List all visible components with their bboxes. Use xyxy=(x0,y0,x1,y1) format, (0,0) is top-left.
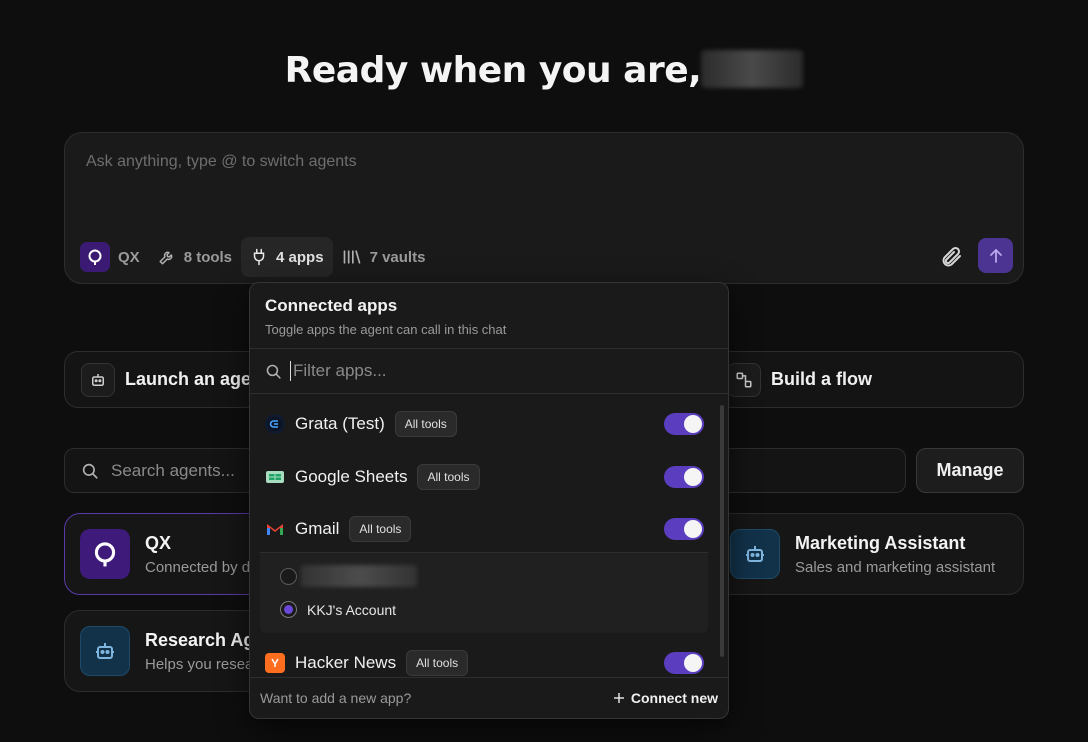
app-list: Grata (Test) All tools Google Sheets All… xyxy=(250,395,720,678)
launch-agent-label: Launch an agent xyxy=(125,369,269,389)
gmail-accounts-panel: KKJ's Account xyxy=(260,552,708,633)
qx-logo-icon xyxy=(80,529,130,579)
agent-name: Marketing Assistant xyxy=(795,532,966,553)
app-row-gmail[interactable]: Gmail All tools xyxy=(250,509,720,549)
app-toggle[interactable] xyxy=(664,652,704,674)
hacker-news-icon xyxy=(265,653,285,673)
greeting-heading: Ready when you are, xyxy=(0,50,1088,91)
composer-chip-row: QX 8 tools 4 apps 7 vaults xyxy=(80,237,434,277)
popup-header: Connected apps Toggle apps the agent can… xyxy=(250,283,728,349)
gmail-account-option[interactable] xyxy=(280,565,417,587)
manage-button[interactable]: Manage xyxy=(916,448,1024,493)
vaults-chip-label: 7 vaults xyxy=(369,248,426,266)
redacted-user-name xyxy=(701,50,804,88)
search-agents-placeholder: Search agents... xyxy=(111,460,235,480)
popup-footer: Want to add a new app? Connect new xyxy=(250,677,728,718)
app-name: Hacker News xyxy=(295,653,397,672)
app-row-grata[interactable]: Grata (Test) All tools xyxy=(250,404,720,444)
grata-logo-icon xyxy=(265,414,285,434)
apps-chip[interactable]: 4 apps xyxy=(241,237,333,277)
account-name: KKJ's Account xyxy=(307,601,397,618)
send-button[interactable] xyxy=(978,238,1013,273)
flow-icon xyxy=(727,362,761,397)
app-name: Gmail xyxy=(295,519,340,538)
agent-chip-label: QX xyxy=(118,248,140,266)
chat-input-placeholder[interactable]: Ask anything, type @ to switch agents xyxy=(86,153,357,171)
agent-card-marketing-assistant[interactable]: Marketing Assistant Sales and marketing … xyxy=(714,513,1024,595)
filter-apps-input[interactable]: Filter apps... xyxy=(250,349,728,394)
agent-description: Sales and marketing assistant xyxy=(795,558,996,576)
account-radio[interactable] xyxy=(280,567,297,585)
robot-icon xyxy=(81,362,115,397)
greeting-text: Ready when you are, xyxy=(284,50,702,91)
all-tools-badge[interactable]: All tools xyxy=(417,464,480,490)
connected-apps-popup: Connected apps Toggle apps the agent can… xyxy=(249,282,729,719)
tools-chip-label: 8 tools xyxy=(183,248,233,266)
app-name: Google Sheets xyxy=(295,467,408,486)
filter-apps-placeholder: Filter apps... xyxy=(290,361,387,381)
redacted-account-email xyxy=(301,565,417,587)
arrow-up-icon xyxy=(989,248,1002,263)
connect-new-label: Connect new xyxy=(630,690,718,706)
account-radio[interactable] xyxy=(280,601,297,618)
apps-chip-label: 4 apps xyxy=(276,248,324,266)
build-flow-label: Build a flow xyxy=(771,369,872,389)
tools-chip[interactable]: 8 tools xyxy=(149,237,241,277)
all-tools-badge[interactable]: All tools xyxy=(394,411,457,437)
popup-title: Connected apps xyxy=(265,296,398,315)
paperclip-icon[interactable] xyxy=(939,245,963,269)
gmail-icon xyxy=(265,519,285,539)
all-tools-badge[interactable]: All tools xyxy=(406,650,469,676)
all-tools-badge[interactable]: All tools xyxy=(349,516,412,542)
plug-icon xyxy=(253,248,265,266)
add-app-question: Want to add a new app? xyxy=(260,690,412,706)
app-toggle[interactable] xyxy=(664,466,704,488)
plus-icon xyxy=(613,693,624,703)
robot-icon xyxy=(80,626,130,676)
wrench-icon xyxy=(159,251,173,265)
chat-composer[interactable]: Ask anything, type @ to switch agents QX… xyxy=(64,132,1024,284)
vaults-chip[interactable]: 7 vaults xyxy=(333,237,435,277)
google-sheets-icon xyxy=(265,467,285,487)
popup-scrollbar[interactable] xyxy=(720,405,724,657)
library-icon xyxy=(343,250,360,264)
app-row-google-sheets[interactable]: Google Sheets All tools xyxy=(250,457,720,497)
qx-logo-icon xyxy=(80,242,110,272)
app-name: Grata (Test) xyxy=(295,414,385,433)
search-icon xyxy=(266,364,281,379)
search-icon xyxy=(82,463,98,479)
robot-icon xyxy=(730,529,780,579)
connect-new-button[interactable]: Connect new xyxy=(613,690,718,706)
agent-chip[interactable]: QX xyxy=(80,237,149,277)
app-toggle[interactable] xyxy=(664,413,704,435)
gmail-account-option[interactable]: KKJ's Account xyxy=(280,601,396,618)
app-toggle[interactable] xyxy=(664,518,704,540)
popup-subtitle: Toggle apps the agent can call in this c… xyxy=(265,322,507,337)
